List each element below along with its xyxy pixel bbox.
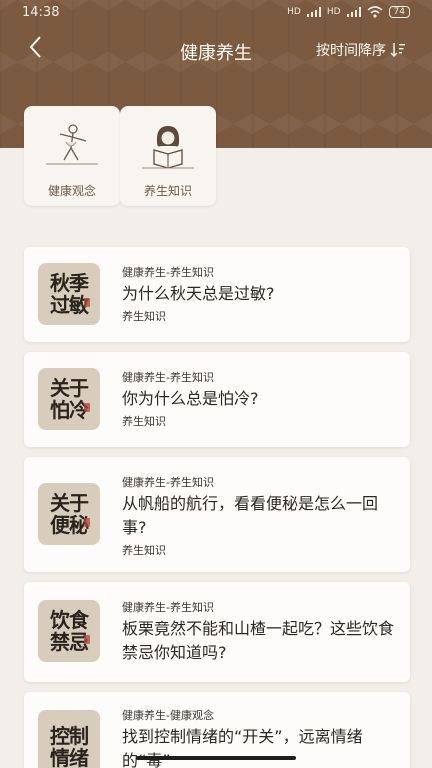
article-card[interactable]: 饮食 禁忌 健康养生-养生知识 板栗竟然不能和山楂一起吃？这些饮食禁忌你知道吗? bbox=[24, 582, 410, 682]
article-category: 健康养生-健康观念 bbox=[122, 709, 214, 722]
article-thumbnail: 关于 便秘 bbox=[38, 483, 100, 545]
sort-icon bbox=[390, 43, 405, 57]
seal-stamp bbox=[84, 635, 90, 644]
article-card[interactable]: 关于 便秘 健康养生-养生知识 从帆船的航行，看看便秘是怎么一回事? 养生知识 bbox=[24, 457, 410, 572]
status-icons: HD HD 74 bbox=[287, 6, 410, 18]
article-title: 为什么秋天总是过敏? bbox=[122, 284, 275, 303]
navigation-bar: 健康养生 按时间降序 bbox=[0, 30, 432, 70]
article-title: 找到控制情绪的“开关”，远离情绪的“毒” bbox=[122, 727, 363, 768]
network-label-1: HD bbox=[287, 7, 301, 17]
category-tabs: 健康观念 养生知识 bbox=[24, 106, 216, 206]
article-title: 你为什么总是怕冷? bbox=[122, 389, 259, 408]
signal-icon-2 bbox=[346, 7, 361, 17]
article-card[interactable]: 秋季 过敏 健康养生-养生知识 为什么秋天总是过敏? 养生知识 bbox=[24, 247, 410, 342]
battery-icon: 74 bbox=[388, 6, 410, 18]
taichi-person-icon bbox=[46, 124, 98, 165]
network-label-2: HD bbox=[326, 7, 341, 17]
seal-stamp bbox=[84, 403, 90, 412]
category-health-concept[interactable]: 健康观念 bbox=[24, 106, 120, 206]
article-title: 从帆船的航行，看看便秘是怎么一回事? bbox=[122, 494, 379, 537]
category-label: 养生知识 bbox=[143, 184, 192, 198]
article-category: 健康养生-养生知识 bbox=[122, 371, 214, 384]
article-category: 健康养生-养生知识 bbox=[122, 266, 214, 279]
status-bar: 14:38 HD HD 74 bbox=[0, 0, 432, 24]
sort-label: 按时间降序 bbox=[316, 43, 386, 59]
seal-stamp bbox=[84, 518, 90, 527]
article-thumbnail: 控制 情绪 bbox=[38, 710, 100, 768]
thumbnail-calligraphy: 饮食 禁忌 bbox=[50, 608, 89, 654]
category-label: 健康观念 bbox=[47, 184, 96, 198]
reading-person-icon bbox=[142, 126, 194, 169]
thumbnail-calligraphy: 关于 怕冷 bbox=[50, 376, 89, 422]
sort-button[interactable]: 按时间降序 bbox=[316, 40, 406, 60]
article-card[interactable]: 关于 怕冷 健康养生-养生知识 你为什么总是怕冷? 养生知识 bbox=[24, 352, 410, 447]
article-title: 板栗竟然不能和山楂一起吃？这些饮食禁忌你知道吗? bbox=[122, 619, 395, 662]
status-time: 14:38 bbox=[22, 4, 60, 20]
wifi-icon bbox=[367, 6, 383, 18]
home-indicator[interactable] bbox=[136, 756, 296, 760]
seal-stamp bbox=[84, 298, 90, 307]
category-health-knowledge[interactable]: 养生知识 bbox=[120, 106, 216, 206]
article-tag: 养生知识 bbox=[122, 310, 166, 323]
article-tag: 养生知识 bbox=[122, 544, 166, 557]
signal-icon bbox=[306, 7, 321, 17]
thumbnail-calligraphy: 控制 情绪 bbox=[50, 724, 89, 768]
thumbnail-calligraphy: 关于 便秘 bbox=[50, 491, 89, 537]
article-tag: 养生知识 bbox=[122, 415, 166, 428]
article-thumbnail: 秋季 过敏 bbox=[38, 263, 100, 325]
thumbnail-calligraphy: 秋季 过敏 bbox=[50, 271, 89, 317]
article-thumbnail: 关于 怕冷 bbox=[38, 368, 100, 430]
article-category: 健康养生-养生知识 bbox=[122, 601, 214, 614]
article-category: 健康养生-养生知识 bbox=[122, 476, 214, 489]
article-thumbnail: 饮食 禁忌 bbox=[38, 600, 100, 662]
